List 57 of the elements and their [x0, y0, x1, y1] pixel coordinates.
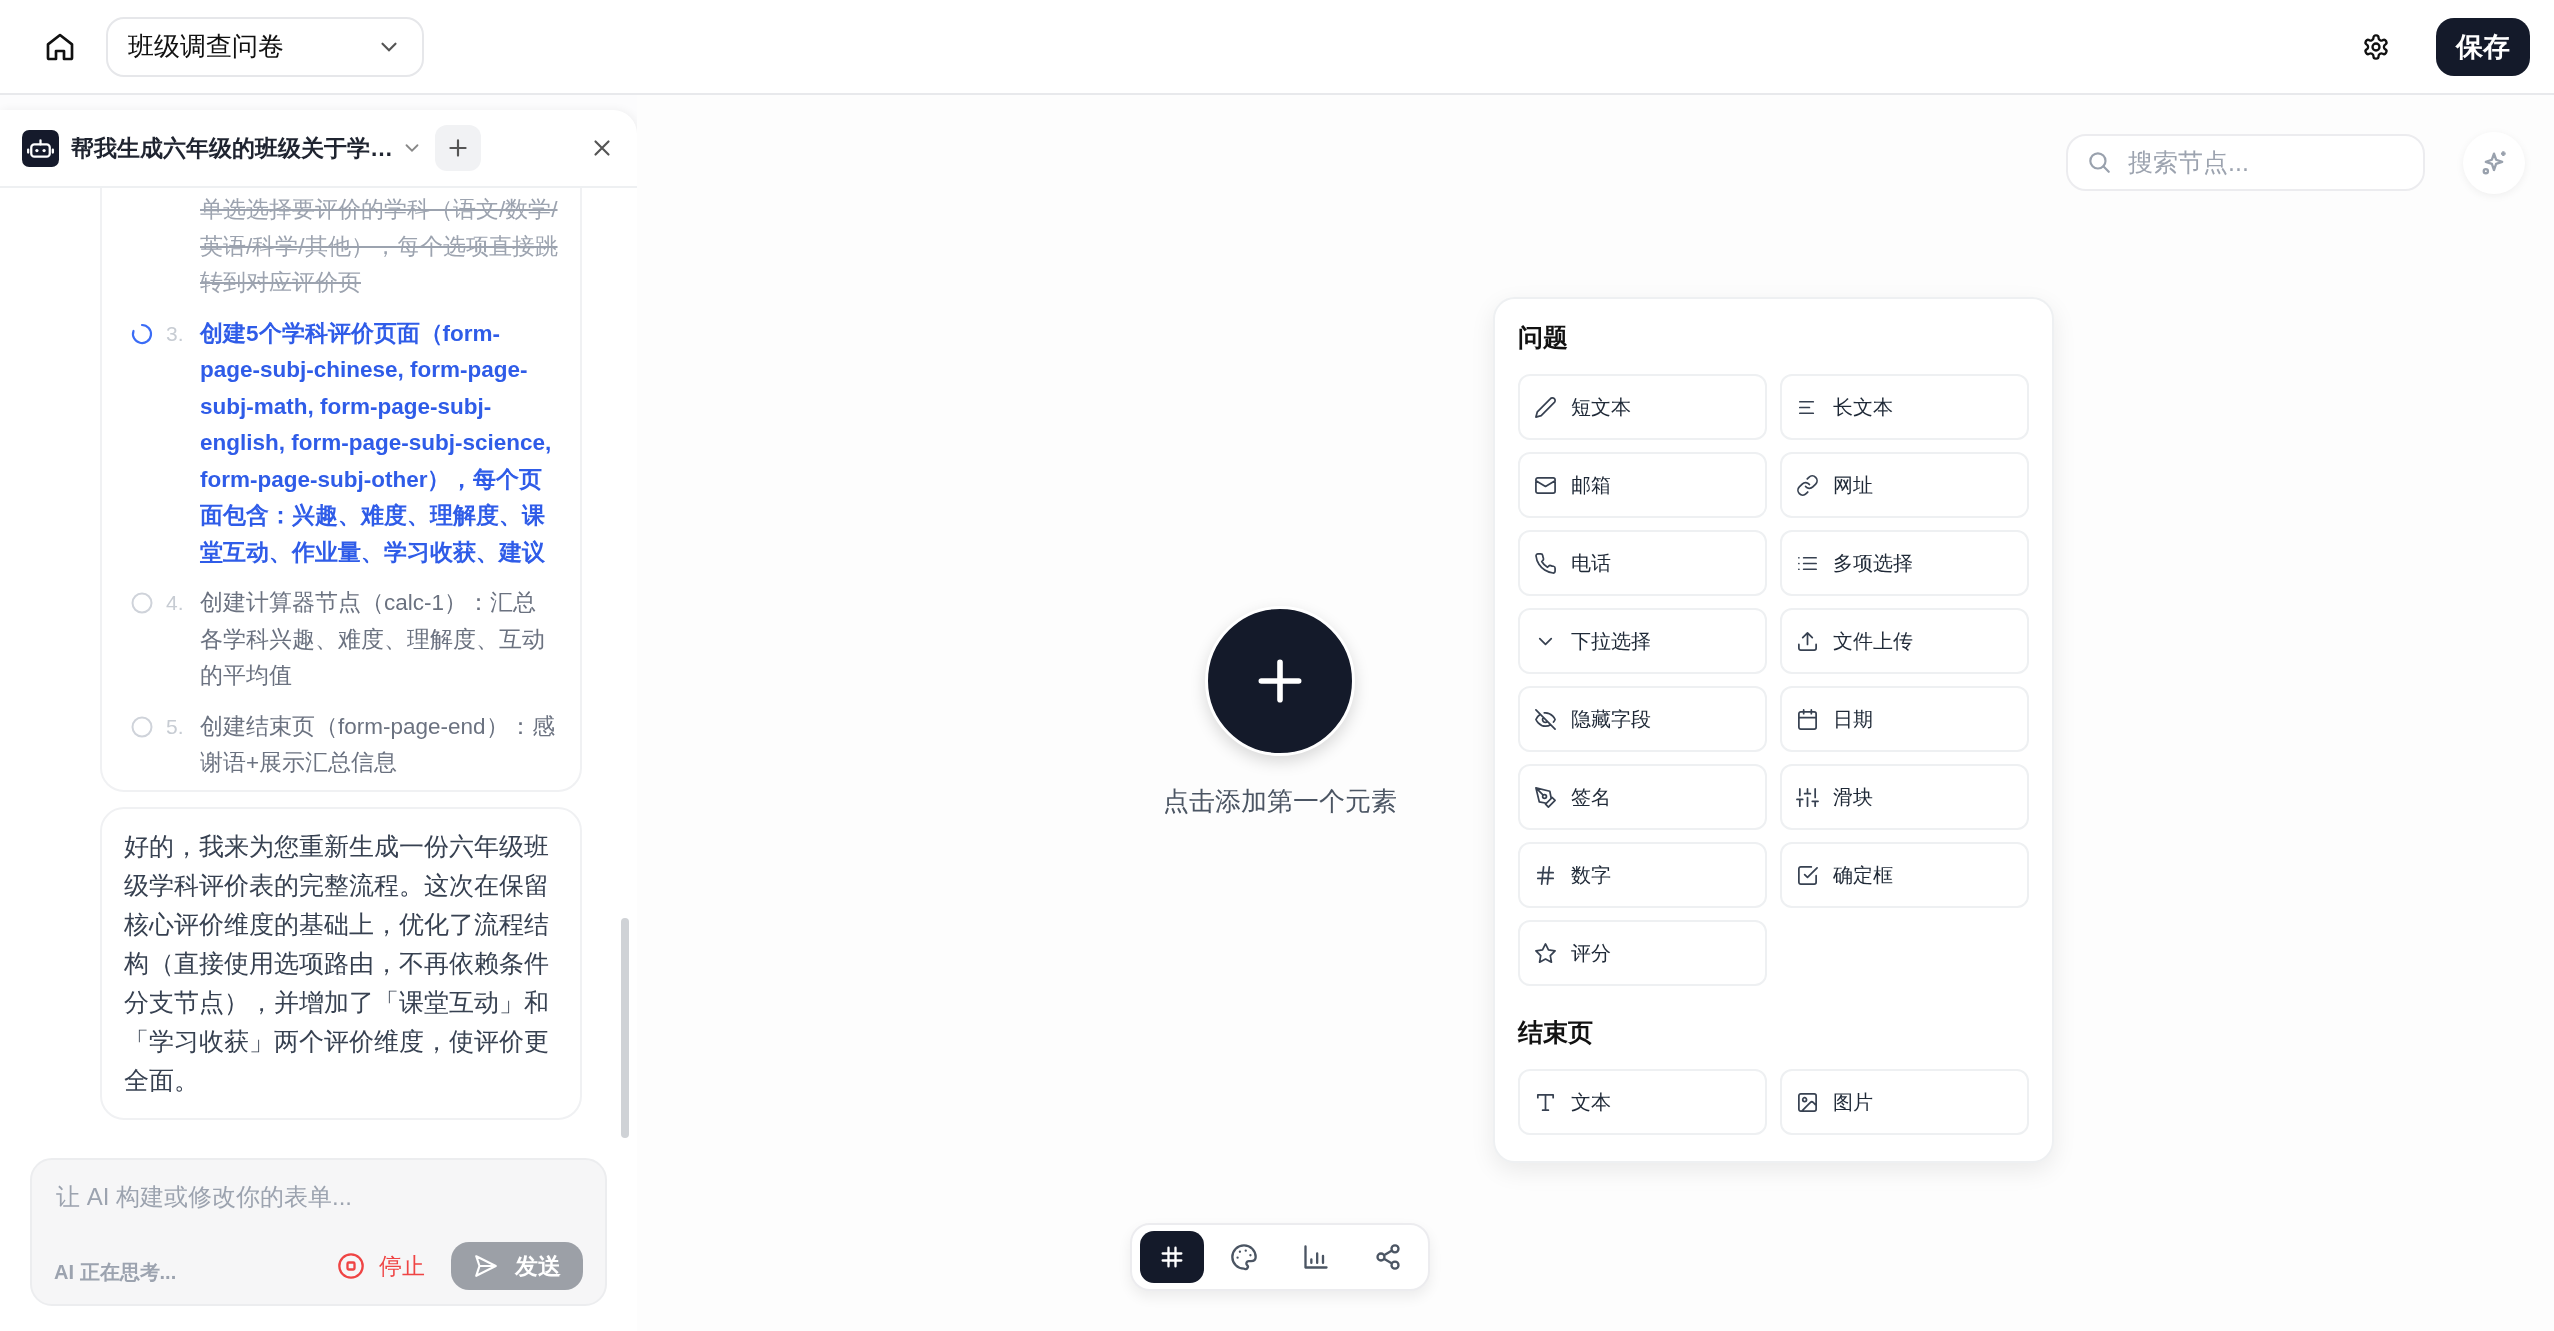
element-type-button[interactable]: 文本 — [1518, 1069, 1767, 1135]
element-type-button[interactable]: 多项选择 — [1780, 530, 2029, 596]
section-title: 结束页 — [1518, 1017, 1594, 1048]
stop-button[interactable]: 停止 — [331, 1250, 431, 1282]
element-type-button[interactable]: 隐藏字段 — [1518, 686, 1767, 752]
element-type-button[interactable]: 确定框 — [1780, 842, 2029, 908]
link-icon — [1796, 473, 1819, 497]
new-chat-button[interactable] — [435, 125, 481, 171]
sparkle-icon — [2480, 149, 2508, 177]
bar-chart-icon — [1302, 1243, 1330, 1271]
step-number: 5. — [166, 714, 184, 739]
grid-tool[interactable] — [1140, 1231, 1204, 1283]
search-icon — [2086, 149, 2112, 175]
star-icon — [1534, 941, 1557, 965]
element-type-button[interactable]: 评分 — [1518, 920, 1767, 986]
image-icon — [1796, 1090, 1819, 1114]
settings-icon[interactable] — [2362, 32, 2390, 61]
element-type-button[interactable]: 日期 — [1780, 686, 2029, 752]
plan-step-text: 创建结束页（form-page-end）：感谢语+展示汇总信息 — [200, 712, 556, 777]
empty-hint: 点击添加第一个元素 — [1163, 785, 1397, 818]
palette-icon — [1230, 1243, 1258, 1271]
element-type-button[interactable]: 文件上传 — [1780, 608, 2029, 674]
calendar-icon — [1796, 707, 1819, 731]
robot-icon — [22, 129, 59, 167]
element-type-button[interactable]: 签名 — [1518, 764, 1767, 830]
element-type-button[interactable]: 长文本 — [1780, 374, 2029, 440]
step-number: 3. — [166, 321, 184, 346]
sliders-icon — [1796, 785, 1819, 809]
stop-icon — [337, 1252, 365, 1280]
element-type-button[interactable]: 图片 — [1780, 1069, 2029, 1135]
element-type-button[interactable]: 电话 — [1518, 530, 1767, 596]
share-icon — [1374, 1243, 1402, 1271]
element-type-button[interactable]: 滑块 — [1780, 764, 2029, 830]
assistant-message: 好的，我来为您重新生成一份六年级班级学科评价表的完整流程。这次在保留核心评价维度的基础上，优化了流程结构（直接使用选项路由，不再依赖条件分支节点），并增加了「课堂互动」和「学习收获」两个评价维度，使评价更全面。 — [100, 806, 582, 1120]
checkbox-icon — [1796, 863, 1819, 887]
plan-step-text: 创建计算器节点（calc-1）：汇总各学科兴趣、难度、理解度、互动的平均值 — [200, 589, 546, 690]
hash-icon — [1534, 863, 1557, 887]
element-type-button[interactable]: 下拉选择 — [1518, 608, 1767, 674]
save-button[interactable]: 保存 — [2436, 17, 2530, 76]
search-field[interactable]: 搜索节点... — [2066, 134, 2425, 191]
status-text: AI 正在思考... — [54, 1259, 177, 1285]
section-title: 问题 — [1518, 322, 1569, 353]
element-type-button[interactable]: 邮箱 — [1518, 452, 1767, 518]
pen-nib-icon — [1534, 785, 1557, 809]
chat-title: 帮我生成六年级的班级关于学… — [71, 133, 393, 163]
upload-icon — [1796, 629, 1819, 653]
step-number: 4. — [166, 591, 184, 615]
pencil-icon — [1534, 395, 1557, 419]
plan-step-text: 单选选择要评价的学科（语文/数学/英语/科学/其他），每个选项直接跳转到对应评价页 — [200, 196, 558, 297]
eye-off-icon — [1534, 707, 1557, 731]
form-select[interactable]: 班级调查问卷 — [106, 16, 424, 77]
element-type-button[interactable]: 短文本 — [1518, 374, 1767, 440]
element-type-button[interactable]: 网址 — [1780, 452, 2029, 518]
send-icon — [473, 1253, 499, 1279]
element-type-button[interactable]: 数字 — [1518, 842, 1767, 908]
plan-step-text: 创建5个学科评价页面（form-page-subj-chinese, form-page-subj-math, form-page-subj-english, form-page-subj-science, form-page-subj-other），每个页面包含：兴趣、难度、理解度、课堂互动、作业量、学习收获、建议 — [200, 319, 553, 567]
phone-icon — [1534, 551, 1557, 575]
